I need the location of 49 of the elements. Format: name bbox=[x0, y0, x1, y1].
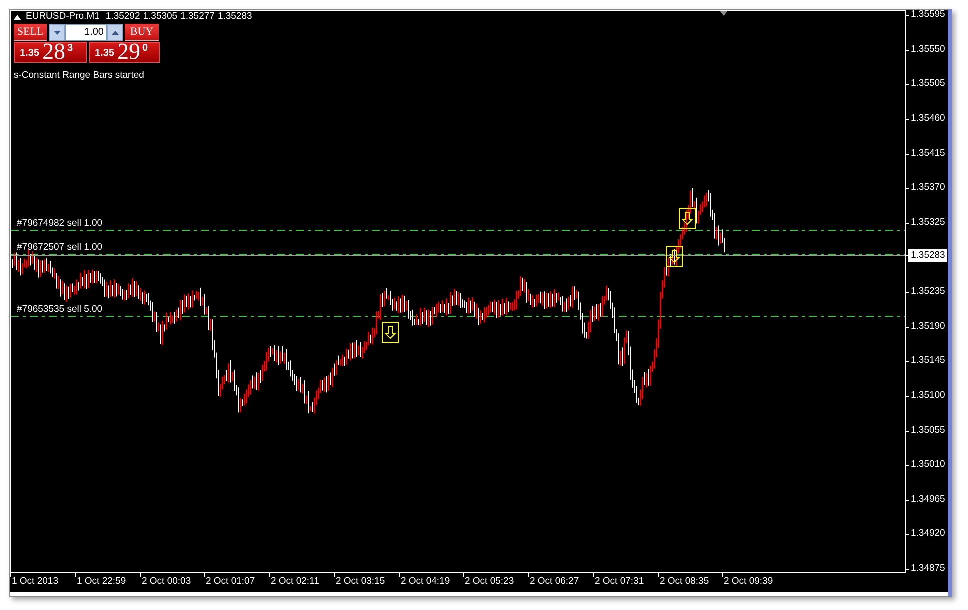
order-line-label: #79653535 sell 5.00 bbox=[17, 304, 103, 316]
status-message: s-Constant Range Bars started bbox=[14, 70, 144, 82]
price-axis-label: 1.34965 bbox=[911, 494, 946, 506]
price-axis-label: 1.35190 bbox=[911, 321, 946, 333]
price-axis-label: 1.35145 bbox=[911, 355, 946, 367]
price-axis-label: 1.35505 bbox=[911, 78, 946, 90]
down-arrow-marker-icon bbox=[382, 322, 399, 343]
price-axis-label: 1.35595 bbox=[911, 9, 946, 21]
price-axis-label: 1.35100 bbox=[911, 390, 946, 402]
price-axis-label: 1.35010 bbox=[911, 459, 946, 471]
order-line-label: #79672507 sell 1.00 bbox=[17, 242, 103, 254]
price-axis-label: 1.35055 bbox=[911, 425, 946, 437]
time-axis-label: 2 Oct 02:11 bbox=[271, 576, 320, 588]
chevron-down-icon bbox=[54, 30, 60, 34]
order-line-label: #79674982 sell 1.00 bbox=[17, 218, 103, 230]
price-axis-label: 1.35550 bbox=[911, 44, 946, 56]
down-arrow-marker-icon bbox=[666, 246, 683, 267]
chevron-up-icon bbox=[112, 30, 118, 34]
buy-button[interactable]: BUY bbox=[125, 24, 159, 41]
time-axis-label: 2 Oct 05:23 bbox=[465, 576, 514, 588]
ohlc-value: 1.35292 bbox=[106, 11, 140, 23]
ohlc-value: 1.35305 bbox=[143, 11, 178, 23]
increase-button[interactable] bbox=[107, 24, 123, 41]
time-axis-label: 2 Oct 01:07 bbox=[206, 576, 256, 588]
triangle-icon[interactable] bbox=[14, 14, 21, 20]
time-axis-label: 1 Oct 22:59 bbox=[77, 576, 126, 588]
price-axis-label: 1.35370 bbox=[911, 182, 946, 194]
symbol-label: EURUSD-Pro.M1 bbox=[26, 11, 100, 23]
time-axis-label: 2 Oct 04:19 bbox=[401, 576, 450, 588]
time-axis-label: 2 Oct 08:35 bbox=[660, 576, 710, 588]
time-axis-label: 2 Oct 06:27 bbox=[530, 576, 580, 588]
decrease-button[interactable] bbox=[49, 24, 65, 41]
price-axis-label: 1.35235 bbox=[911, 286, 946, 298]
price-axis-label: 1.34920 bbox=[911, 528, 946, 540]
current-price-label: 1.35283 bbox=[908, 249, 947, 262]
sell-button[interactable]: SELL bbox=[14, 24, 47, 41]
price-axis-label: 1.34875 bbox=[911, 563, 946, 575]
price-axis-label: 1.35415 bbox=[911, 148, 946, 160]
down-arrow-marker-icon bbox=[679, 208, 696, 229]
ohlc-value: 1.35283 bbox=[218, 11, 252, 23]
time-axis-label: 2 Oct 03:15 bbox=[336, 576, 386, 588]
time-axis-label: 2 Oct 07:31 bbox=[595, 576, 644, 588]
time-axis-label: 2 Oct 00:03 bbox=[142, 576, 192, 588]
price-axis-label: 1.35325 bbox=[911, 217, 946, 229]
time-axis-label: 2 Oct 09:39 bbox=[724, 576, 774, 588]
price-axis-label: 1.35460 bbox=[911, 113, 946, 125]
ohlc-value: 1.35277 bbox=[180, 11, 215, 23]
lot-size-field[interactable]: 1.00 bbox=[65, 24, 107, 41]
time-axis-label: 1 Oct 2013 bbox=[12, 576, 58, 588]
